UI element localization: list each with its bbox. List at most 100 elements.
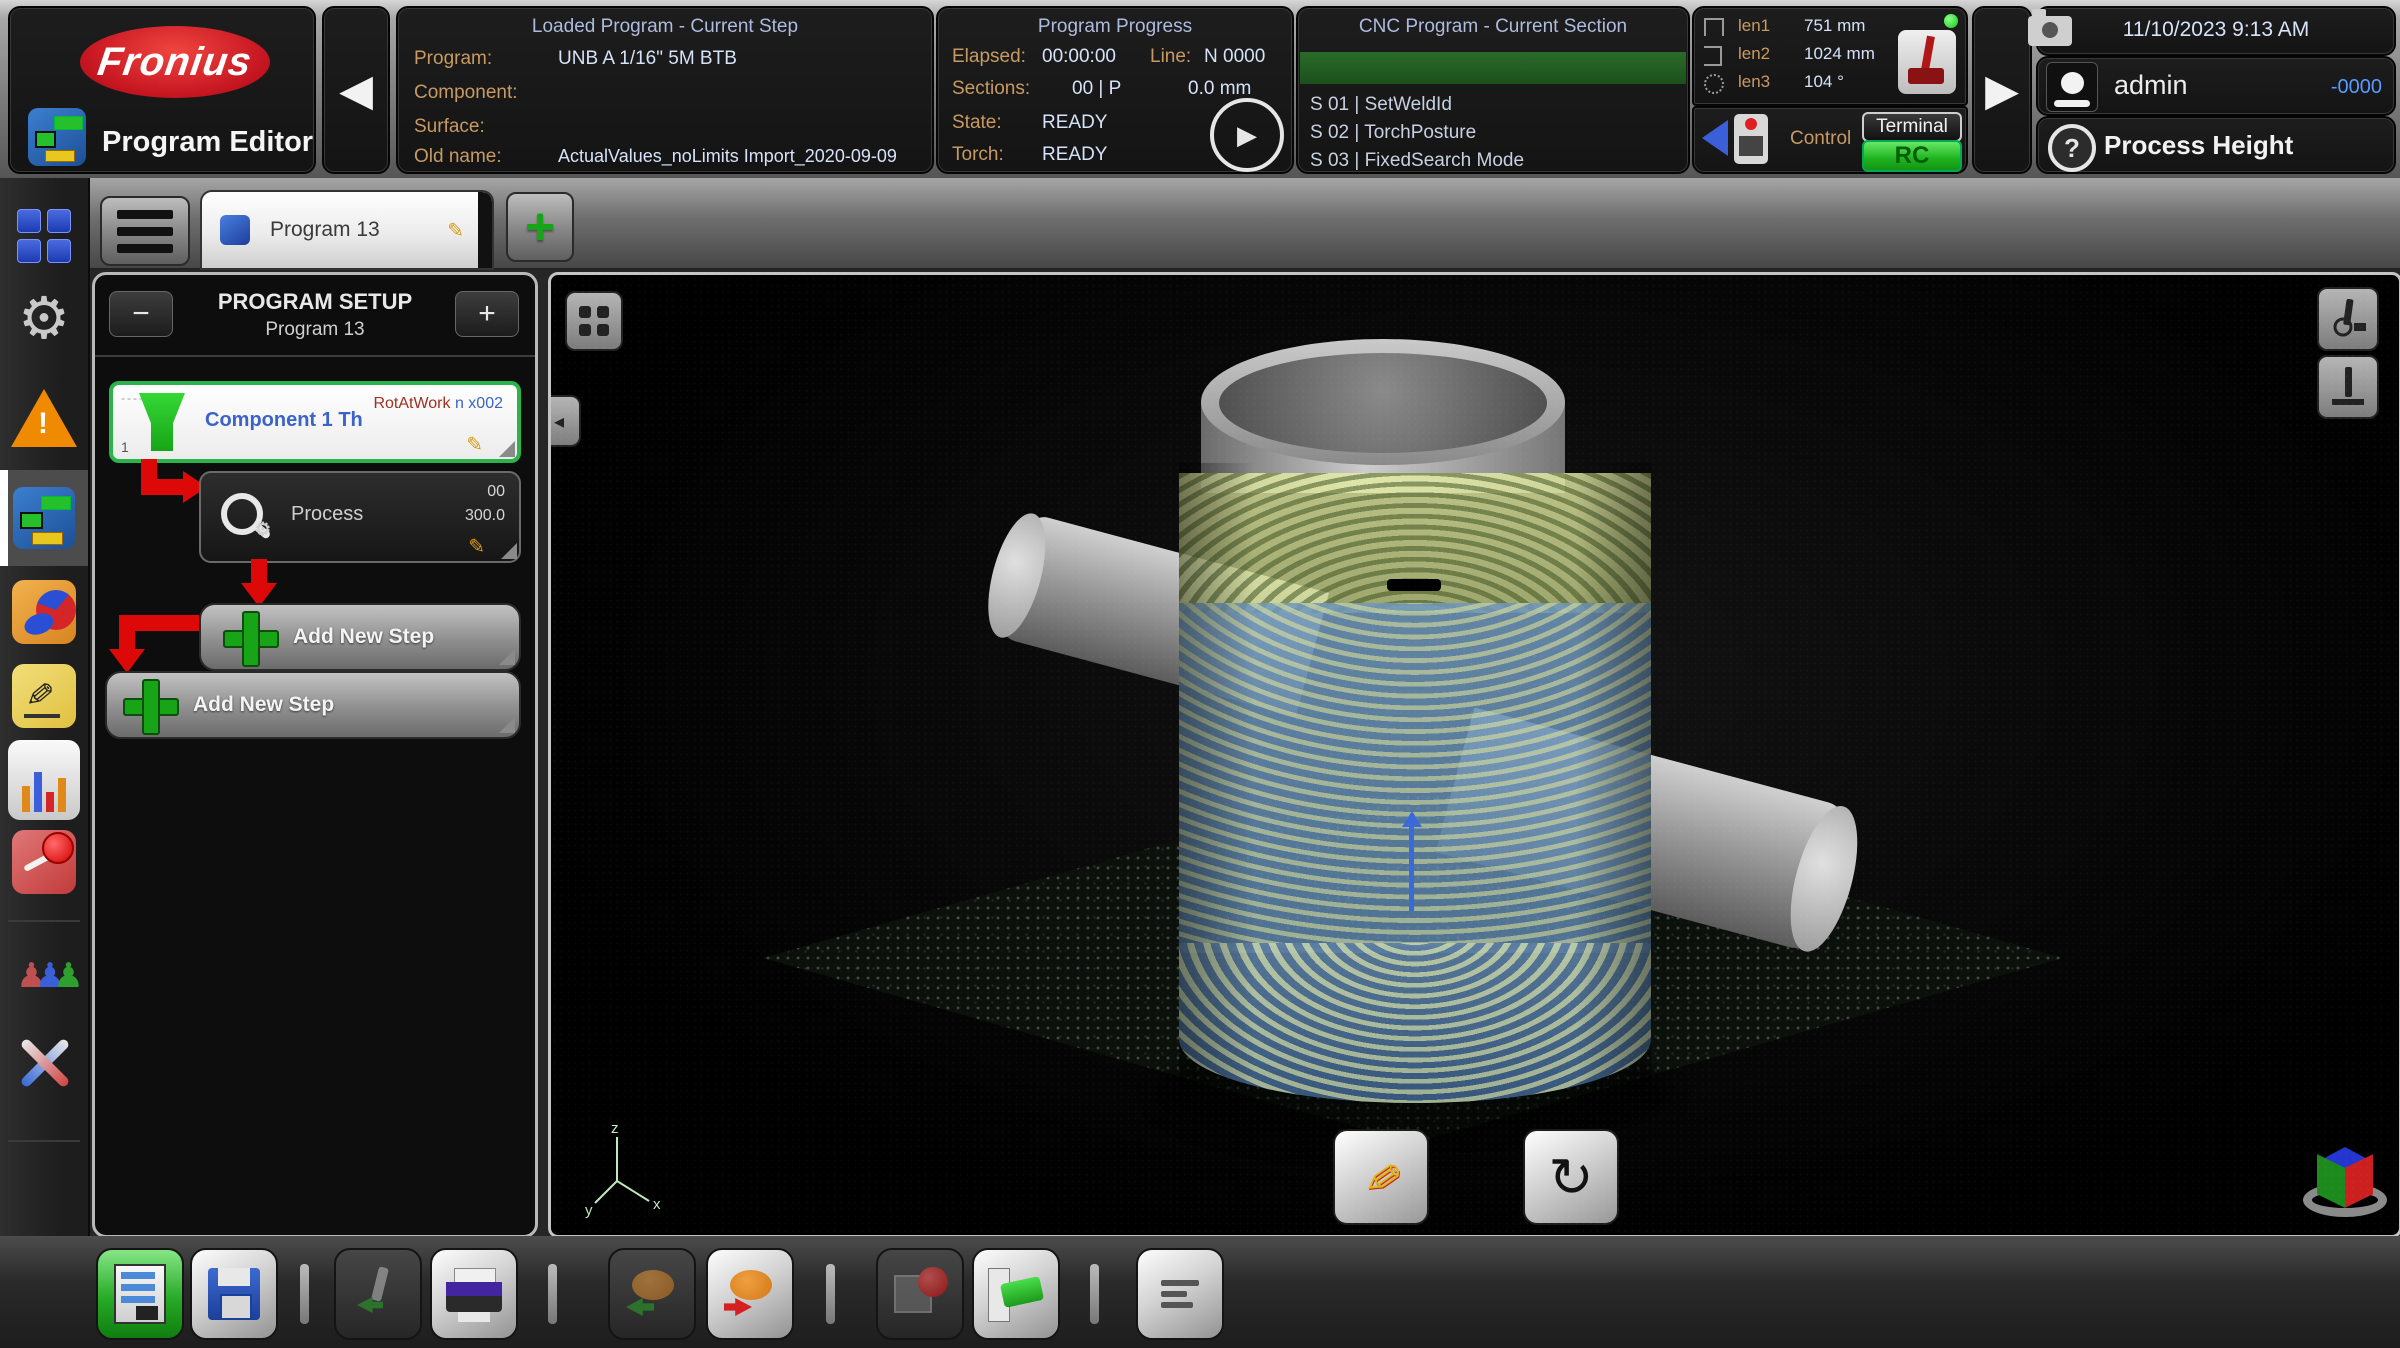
component-note-blue: n x002 xyxy=(455,395,503,412)
axis-icon xyxy=(1704,74,1724,94)
sidebar-item-annotate[interactable]: ✎ xyxy=(8,660,80,732)
torch-value: READY xyxy=(1042,144,1107,166)
sidebar-item-settings[interactable]: ⚙ xyxy=(8,282,80,354)
weld-seam-mark xyxy=(1387,579,1441,591)
tab-program[interactable]: Program 13 ✎ xyxy=(200,190,494,270)
component-index: 1 xyxy=(121,439,129,455)
cnc-row[interactable]: S 03 | FixedSearch Mode xyxy=(1310,150,1524,172)
length-value: 0.0 mm xyxy=(1188,78,1251,100)
datetime-text: 11/10/2023 9:13 AM xyxy=(2038,18,2394,42)
add-new-step-button[interactable]: Add New Step xyxy=(105,671,521,739)
plus-icon: + xyxy=(525,197,555,257)
toolbar-separator xyxy=(548,1264,557,1324)
torch-display-button[interactable] xyxy=(2317,287,2379,351)
back-icon: ◀ xyxy=(339,65,373,116)
run-program-button[interactable]: ▶ xyxy=(1210,98,1284,172)
elapsed-label: Elapsed: xyxy=(952,46,1026,68)
open-program-button[interactable] xyxy=(96,1248,184,1340)
component-node[interactable]: ---- Component 1 Th RotAtWork n x002 1 ✎ xyxy=(109,381,521,463)
gear-icon: ⚙ xyxy=(18,284,70,352)
stop-icon xyxy=(892,1267,948,1321)
program-progress-panel: Program Progress Elapsed: 00:00:00 Line:… xyxy=(936,6,1294,174)
sidebar-item-reports[interactable] xyxy=(8,576,80,648)
sidebar-item-users[interactable]: ♟♟♟ xyxy=(8,940,80,1012)
avatar-icon xyxy=(2046,62,2098,112)
add-new-step-button[interactable]: Add New Step xyxy=(199,603,521,671)
save-icon xyxy=(208,1268,260,1320)
panel-collapse-handle[interactable]: ◂ xyxy=(548,395,581,447)
torch-export-icon xyxy=(353,1267,403,1321)
play-icon: ▶ xyxy=(1237,120,1257,151)
path-error-icon xyxy=(12,830,76,894)
sections-label: Sections: xyxy=(952,78,1030,100)
field-label: Component: xyxy=(414,82,518,104)
axis-triad: z x y xyxy=(583,1121,679,1221)
print-button[interactable] xyxy=(430,1248,518,1340)
terminal-badge[interactable]: Terminal xyxy=(1862,112,1962,142)
sidebar-item-home[interactable] xyxy=(8,200,80,272)
tab-label: Program 13 xyxy=(270,218,380,242)
sidebar-item-statistics[interactable] xyxy=(8,744,80,816)
code-view-button[interactable] xyxy=(1136,1248,1224,1340)
torch-clamp-icon xyxy=(2328,297,2368,341)
camera-icon[interactable] xyxy=(2028,16,2072,46)
process-node[interactable]: ⚙ Process 00 300.0 ✎ xyxy=(199,471,521,563)
field-label: Old name: xyxy=(414,146,502,168)
sidebar-item-program-editor[interactable] xyxy=(8,482,80,554)
save-button[interactable] xyxy=(190,1248,278,1340)
tree-menu-button[interactable] xyxy=(100,196,190,266)
loaded-program-panel: Loaded Program - Current Step Program: U… xyxy=(396,6,934,174)
work-axis-arrowhead xyxy=(1402,811,1422,827)
resize-corner xyxy=(499,717,515,733)
panel-back-button[interactable]: ◀ xyxy=(322,6,390,174)
axis-value: 104 ° xyxy=(1804,72,1844,92)
warning-icon: ! xyxy=(11,389,77,447)
sidebar-item-alarms[interactable]: ! xyxy=(8,382,80,454)
send-to-robot-button[interactable] xyxy=(334,1248,422,1340)
axis-icon xyxy=(1704,18,1724,36)
axis-label: len1 xyxy=(1738,16,1770,36)
panel-forward-button[interactable]: ▶ xyxy=(1972,6,2032,174)
export-to-cloud-button[interactable] xyxy=(706,1248,794,1340)
program-list-button[interactable] xyxy=(972,1248,1060,1340)
fit-view-button[interactable] xyxy=(565,291,623,351)
rc-mode-badge[interactable]: RC xyxy=(1862,140,1962,172)
user-panel[interactable]: admin -0000 xyxy=(2036,56,2396,116)
line-value: N 0000 xyxy=(1204,46,1265,68)
stop-simulation-button[interactable] xyxy=(876,1248,964,1340)
sidebar-item-tools[interactable] xyxy=(8,1026,80,1098)
welding-station-icon xyxy=(1898,30,1956,94)
sidebar-item-paths[interactable] xyxy=(8,826,80,898)
field-value: UNB A 1/16" 5M BTB xyxy=(558,48,737,70)
line-label: Line: xyxy=(1150,46,1191,68)
program-editor-icon xyxy=(13,487,75,549)
sidebar-divider xyxy=(8,920,80,922)
process-help-panel[interactable]: ? Process Height xyxy=(2036,116,2396,174)
cnc-row[interactable]: S 02 | TorchPosture xyxy=(1310,122,1476,144)
fronius-import-icon xyxy=(624,1266,680,1322)
add-step-label: Add New Step xyxy=(293,625,434,649)
resize-corner xyxy=(499,649,515,665)
measure-edit-button[interactable]: ✎ xyxy=(1333,1129,1429,1225)
pawns-icon: ♟♟♟ xyxy=(16,956,71,996)
cnc-row[interactable]: S 01 | SetWeldId xyxy=(1310,94,1452,116)
component-funnel-icon xyxy=(139,393,185,451)
rotate-icon: ↻ xyxy=(1548,1146,1593,1209)
robot-control-panel: Control Terminal RC xyxy=(1692,106,1968,174)
left-sidebar: ⚙ ! ✎ ♟♟ xyxy=(0,178,90,1348)
torch-perpendicular-icon xyxy=(2328,365,2368,409)
torch-perpendicular-button[interactable] xyxy=(2317,355,2379,419)
hamburger-icon xyxy=(117,210,173,219)
process-value-bottom: 300.0 xyxy=(465,507,505,525)
status-led xyxy=(1944,14,1958,28)
top-header-bar: Fronius Program Editor ◀ Loaded Program … xyxy=(0,0,2400,178)
import-from-cloud-button[interactable] xyxy=(608,1248,696,1340)
rotate-view-button[interactable]: ↻ xyxy=(1523,1129,1619,1225)
viewport-3d-canvas[interactable]: ◂ z x y ✎ ↻ xyxy=(548,272,2400,1238)
orientation-cube[interactable] xyxy=(2303,1139,2387,1223)
datetime-panel: 11/10/2023 9:13 AM xyxy=(2036,6,2396,56)
add-tab-button[interactable]: + xyxy=(506,192,574,262)
tools-icon xyxy=(12,1030,76,1094)
robot-axes-panel: len1 751 mm len2 1024 mm len3 104 ° xyxy=(1692,6,1968,106)
work-axis-marker xyxy=(1409,823,1414,911)
